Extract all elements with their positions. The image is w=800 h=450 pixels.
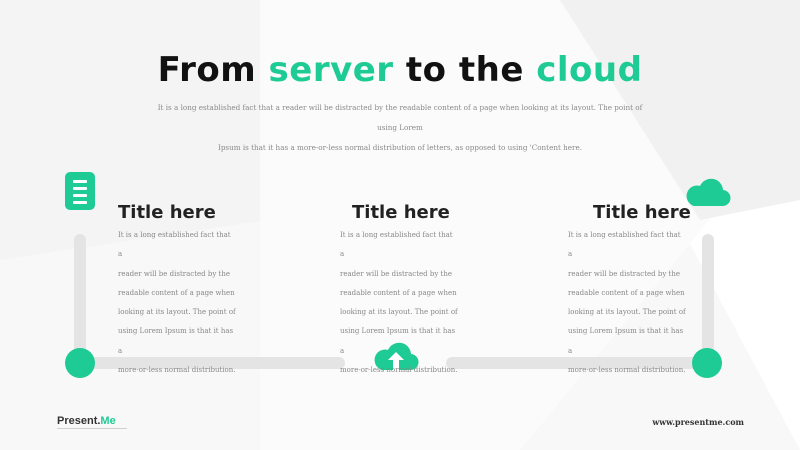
text-line: looking at its layout. The point of [568, 308, 686, 317]
timeline-dot-left [65, 348, 95, 378]
column-1-title: Title here [118, 202, 216, 223]
text-line: It is a long established fact that a [118, 231, 231, 259]
text-line: more-or-less normal distribution. [340, 366, 458, 375]
text-line: more-or-less normal distribution. [118, 366, 236, 375]
text-line: using Lorem Ipsum is that it has a [568, 327, 684, 355]
text-line: It is a long established fact that a [340, 231, 453, 259]
text-line: readable content of a page when [568, 288, 685, 297]
text-line: looking at its layout. The point of [340, 308, 458, 317]
timeline-dot-right [692, 348, 722, 378]
footer-url[interactable]: www.presentme.com [652, 417, 744, 427]
text-line: reader will be distracted by the [568, 269, 680, 278]
text-line: reader will be distracted by the [340, 269, 452, 278]
cloud-icon [686, 178, 731, 207]
text-line: readable content of a page when [118, 288, 235, 297]
column-2-text: It is a long established fact that a rea… [340, 226, 458, 380]
subtitle-line: Ipsum is that it has a more-or-less norm… [217, 143, 582, 152]
subtitle-line: It is a long established fact that a rea… [157, 103, 643, 132]
brand-logo: Present.Me [57, 415, 116, 427]
text-line: more-or-less normal distribution. [568, 366, 686, 375]
column-3-text: It is a long established fact that a rea… [568, 226, 686, 380]
text-line: reader will be distracted by the [118, 269, 230, 278]
column-1-text: It is a long established fact that a rea… [118, 226, 236, 380]
page-title: From server to the cloud [157, 50, 643, 90]
footer-divider [57, 428, 127, 429]
text-line: readable content of a page when [340, 288, 457, 297]
text-line: looking at its layout. The point of [118, 308, 236, 317]
text-line: It is a long established fact that a [568, 231, 681, 259]
page-subtitle: It is a long established fact that a rea… [150, 98, 650, 158]
document-icon [65, 172, 95, 210]
text-line: using Lorem Ipsum is that it has a [118, 327, 234, 355]
text-line: using Lorem Ipsum is that it has a [340, 327, 456, 355]
column-3-title: Title here [593, 202, 691, 223]
column-2-title: Title here [352, 202, 450, 223]
